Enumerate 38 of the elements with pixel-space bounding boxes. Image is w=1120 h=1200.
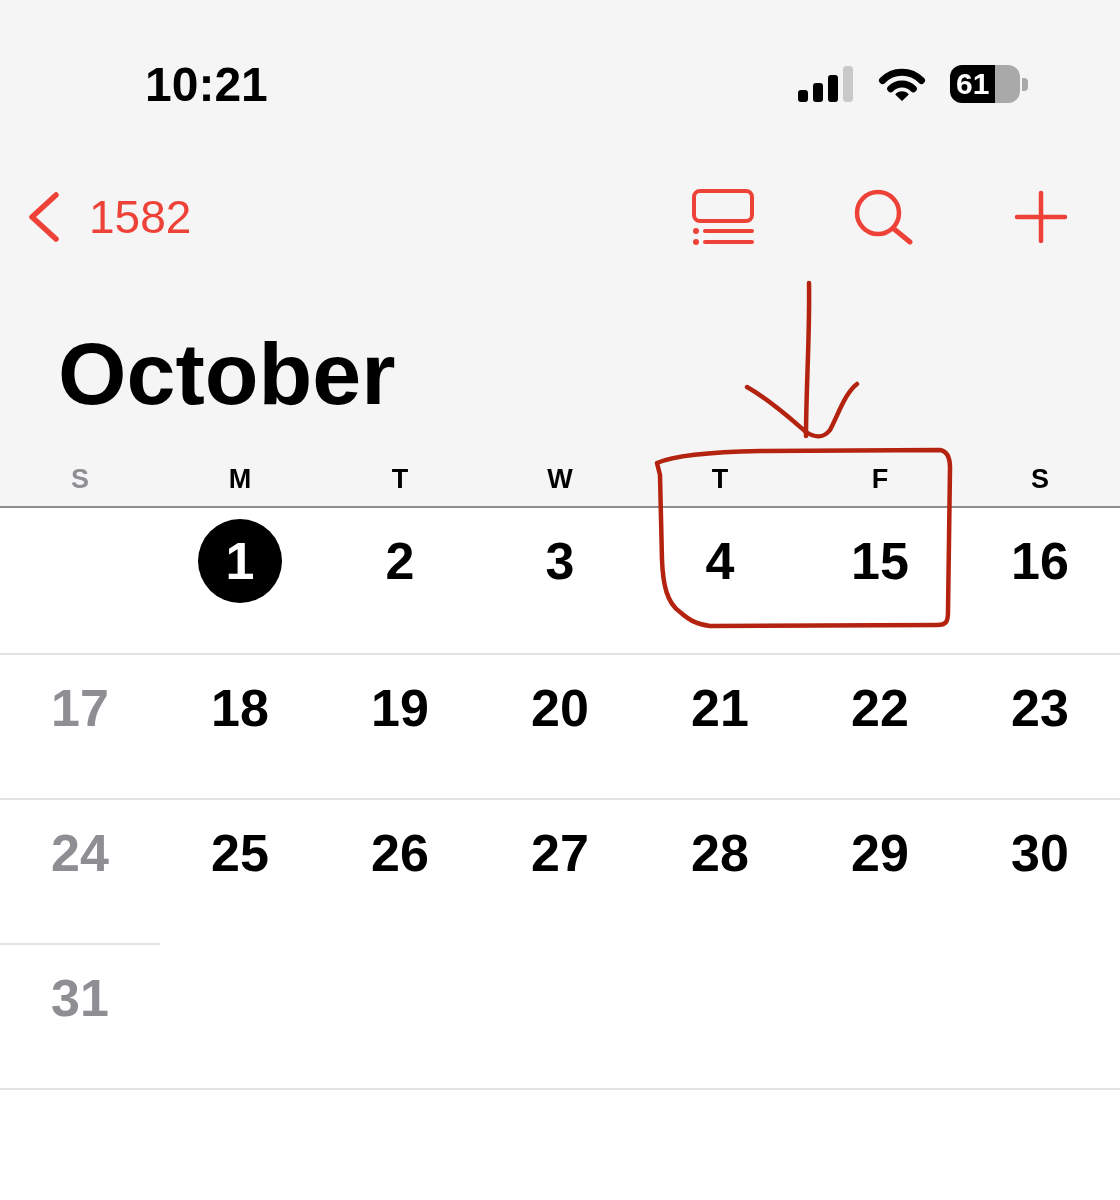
calendar-day[interactable]: 21 — [678, 666, 762, 750]
calendar-day[interactable]: 27 — [518, 811, 602, 895]
calendar-day[interactable]: 25 — [198, 811, 282, 895]
weekday-label: T — [711, 466, 729, 493]
search-icon — [854, 189, 914, 245]
weekday-label: S — [1031, 466, 1049, 493]
calendar-day[interactable]: 19 — [358, 666, 442, 750]
calendar-day[interactable]: 29 — [838, 811, 922, 895]
calendar-day[interactable]: 28 — [678, 811, 762, 895]
calendar-day[interactable]: 3 — [518, 519, 602, 603]
clock-time: 10:21 — [145, 56, 268, 112]
calendar-day[interactable]: 26 — [358, 811, 442, 895]
calendar-day[interactable]: 1 — [198, 519, 282, 603]
calendar-day[interactable]: 30 — [998, 811, 1082, 895]
list-view-button[interactable] — [692, 189, 754, 245]
plus-icon — [1014, 190, 1068, 244]
calendar-day[interactable]: 23 — [998, 666, 1082, 750]
weekday-label: M — [228, 466, 252, 493]
calendar-day[interactable]: 2 — [358, 519, 442, 603]
calendar-day[interactable]: 22 — [838, 666, 922, 750]
weekday-label: S — [71, 466, 89, 493]
back-button[interactable]: 1582 — [27, 192, 192, 242]
calendar-day[interactable]: 15 — [838, 519, 922, 603]
cellular-signal-icon — [798, 66, 854, 102]
month-title: October — [58, 330, 396, 418]
calendar-day[interactable]: 18 — [198, 666, 282, 750]
weekday-label: F — [871, 466, 889, 493]
calendar-day[interactable]: 16 — [998, 519, 1082, 603]
chevron-left-icon — [27, 192, 61, 242]
add-button[interactable] — [1014, 190, 1068, 244]
battery-indicator: 61 — [950, 65, 1028, 103]
wifi-icon — [876, 66, 928, 102]
list-view-icon — [692, 189, 754, 245]
weekday-label: T — [391, 466, 409, 493]
calendar-day[interactable]: 20 — [518, 666, 602, 750]
calendar-day[interactable]: 4 — [678, 519, 762, 603]
search-button[interactable] — [854, 189, 914, 245]
weekday-label: W — [547, 466, 573, 493]
